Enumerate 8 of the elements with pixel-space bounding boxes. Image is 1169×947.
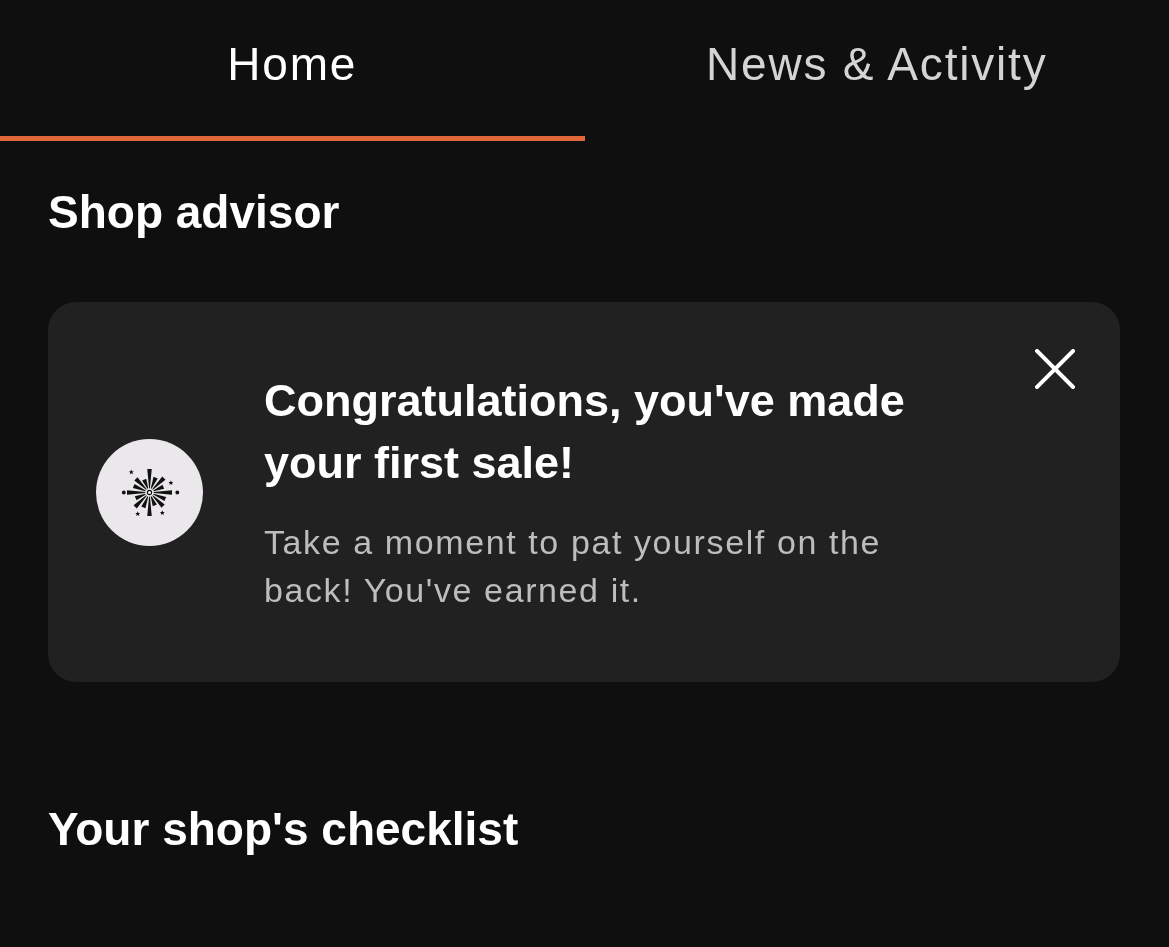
close-icon bbox=[1035, 349, 1075, 390]
section-heading: Shop advisor bbox=[48, 185, 341, 240]
card-message: Take a moment to pat yourself on the back! You've earned it. bbox=[264, 522, 883, 612]
tab[interactable]: Home bbox=[0, 0, 585, 141]
card-title: Congratulations, you've made your first sale! bbox=[264, 374, 906, 491]
section-heading: Your shop's checklist bbox=[48, 802, 520, 858]
fireworks-icon bbox=[96, 438, 203, 546]
tab[interactable]: News & Activity bbox=[584, 0, 1169, 141]
